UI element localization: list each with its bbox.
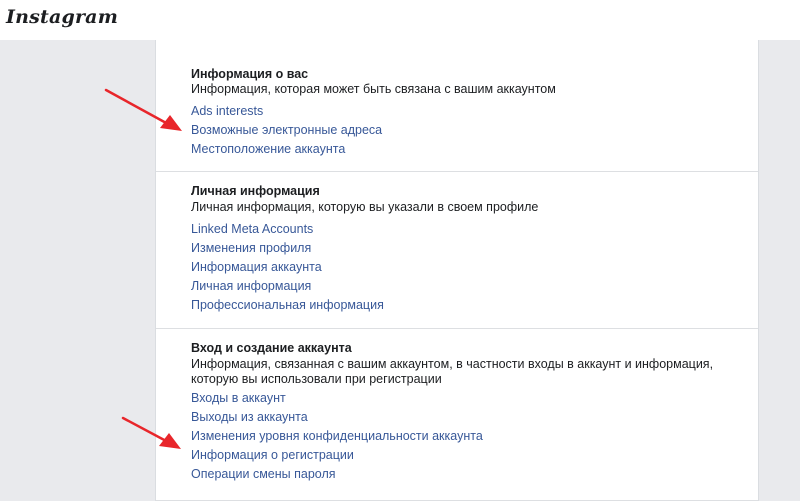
top-bar: Instagram [0,0,800,40]
link-possible-emails[interactable]: Возможные электронные адреса [191,122,382,138]
section-login-account-creation: Вход и создание аккаунта Информация, свя… [156,329,758,501]
link-profile-changes[interactable]: Изменения профиля [191,240,311,256]
section-title: Вход и создание аккаунта [191,341,352,355]
section-title: Личная информация [191,184,320,198]
section-personal-info: Личная информация Личная информация, кот… [156,172,758,329]
data-categories-panel: Информация о вас Информация, которая мож… [155,40,759,501]
section-description: Личная информация, которую вы указали в … [191,200,539,214]
link-professional-info[interactable]: Профессиональная информация [191,297,384,313]
link-logouts[interactable]: Выходы из аккаунта [191,409,308,425]
link-signup-info[interactable]: Информация о регистрации [191,447,354,463]
link-account-info[interactable]: Информация аккаунта [191,259,322,275]
section-description: Информация, которая может быть связана с… [191,82,556,96]
link-linked-meta-accounts[interactable]: Linked Meta Accounts [191,221,313,237]
link-privacy-changes[interactable]: Изменения уровня конфиденциальности акка… [191,428,483,444]
instagram-logo[interactable]: Instagram [6,6,118,28]
section-description: Информация, связанная с вашим аккаунтом,… [191,357,714,386]
section-title: Информация о вас [191,67,309,81]
link-personal-info[interactable]: Личная информация [191,278,311,294]
section-about-you: Информация о вас Информация, которая мож… [156,40,758,172]
link-account-location[interactable]: Местоположение аккаунта [191,141,345,157]
link-password-changes[interactable]: Операции смены пароля [191,466,336,482]
link-ads-interests[interactable]: Ads interests [191,103,263,119]
link-logins[interactable]: Входы в аккаунт [191,390,286,406]
